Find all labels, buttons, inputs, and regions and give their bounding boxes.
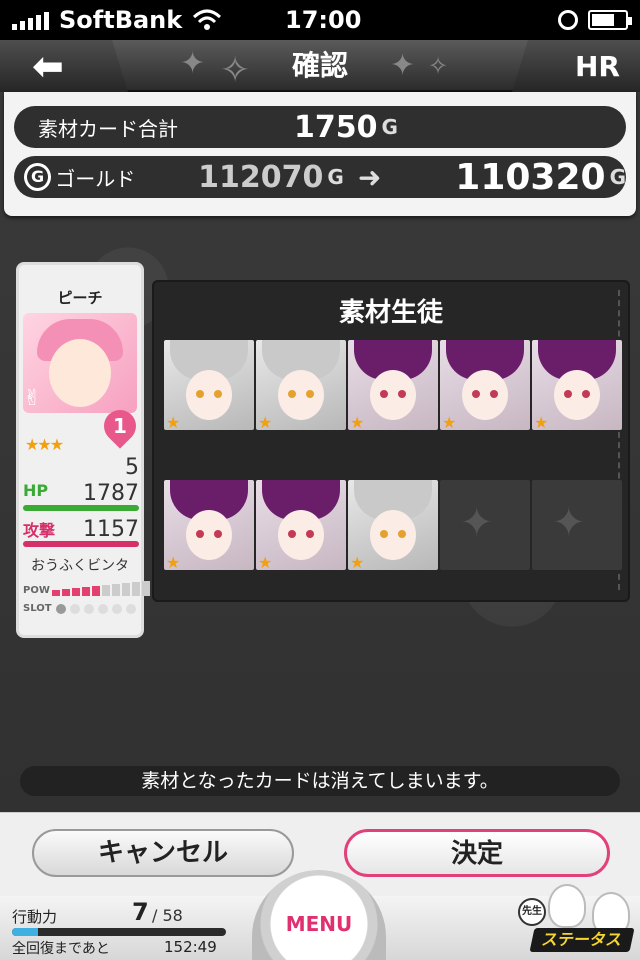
sparkle-icon: ✧ [428,52,449,80]
clock-time: 17:00 [285,6,362,34]
gold-unit: G [327,165,344,189]
slot-label: SLOT [23,603,52,614]
sensei-badge: 先生 [518,898,546,926]
material-card[interactable]: ★ [164,480,254,570]
rarity-star-icon: ★ [166,553,181,570]
back-arrow-icon: ⬅ [32,44,64,88]
hp-value: 1787 [83,481,139,506]
rarity-star-icon: ★ [534,413,549,430]
hp-label: HP [23,481,49,500]
rarity-stars: ★★★ [25,435,64,454]
material-card[interactable]: ★ [256,480,346,570]
material-card[interactable]: ★ [256,340,346,430]
action-points-current: 7 [132,898,149,926]
arrow-right-icon: ➜ [357,160,382,194]
hr-button[interactable]: HR [512,40,640,92]
recover-label: 全回復まであと [12,941,110,957]
material-total-label: 素材カード合計 [38,116,178,141]
pow-label: POW [23,585,50,596]
back-button[interactable]: ⬅ [0,40,128,92]
status-label: ステータス [529,928,635,952]
confirm-button[interactable]: 決定 [344,829,610,877]
rarity-star-icon: ★ [258,553,273,570]
cost-summary-panel: 素材カード合計 1750 G G ゴールド 112070 G ➜ 110320 … [4,92,636,216]
material-total-value: 1750 [294,109,378,145]
material-total-row: 素材カード合計 1750 G [14,106,626,148]
peace-sign-icon: ✌ [23,386,42,411]
gold-before-value: 112070 [198,159,324,195]
battery-icon [588,10,632,30]
material-card[interactable]: ★ [348,480,438,570]
rarity-star-icon: ★ [442,413,457,430]
sparkle-icon: ✦ [460,500,494,546]
material-card[interactable]: ★ [532,340,622,430]
sparkle-icon: ✦ [390,48,416,83]
status-bar: SoftBank 17:00 [0,0,640,40]
gold-unit: G [381,115,398,139]
gold-unit: G [609,165,626,189]
skill-name: おうふくビンタ [31,558,129,574]
rarity-star-icon: ★ [350,553,365,570]
action-points-max: / 58 [152,906,183,925]
empty-material-slot[interactable]: ✦ [440,480,530,570]
signal-icon [12,10,49,30]
carrier-label: SoftBank [59,6,183,34]
rarity-star-icon: ★ [258,413,273,430]
footer-bar: 行動力 7 / 58 全回復まであと 152:49 MENU 先生 ステータス [0,870,640,960]
header-bar: ⬅ ✦ ✧ 確認 ✦ ✧ HR [0,40,640,92]
wifi-icon [193,9,222,30]
gold-label: ゴールド [55,166,136,191]
recover-time: 152:49 [164,938,217,956]
attack-label: 攻撃 [23,521,56,540]
materials-title: 素材生徒 [338,298,443,328]
rarity-star-icon: ★ [350,413,365,430]
material-card[interactable]: ★ [164,340,254,430]
cancel-button[interactable]: キャンセル [32,829,294,877]
rarity-star-icon: ★ [166,413,181,430]
base-character-card[interactable]: ピーチ ✌ ★★★ 5 HP 1787 攻撃 1157 おうふくビンタ POW … [16,262,150,638]
sparkle-icon: ✦ [552,500,586,546]
gold-row: G ゴールド 112070 G ➜ 110320 G [14,156,626,198]
character-level: 5 [125,455,139,480]
alarm-clock-icon [558,10,578,30]
bunny-mascot-icon [548,884,586,928]
slot-indicator: SLOT [23,603,136,614]
material-card[interactable]: ★ [440,340,530,430]
gold-coin-icon: G [24,163,52,191]
affection-value: 1 [113,414,127,439]
hp-bar [23,505,139,511]
empty-material-slot[interactable]: ✦ [532,480,622,570]
material-card[interactable]: ★ [348,340,438,430]
action-points-label: 行動力 [12,908,58,926]
pow-gauge: POW [23,581,150,596]
character-name: ピーチ [57,289,103,307]
warning-notice: 素材となったカードは消えてしまいます。 [20,766,620,796]
material-students-panel: 素材生徒 ★ ★ ★ ★ ★ ★ ★ ★ ✦ ✦ [152,280,630,602]
page-title: 確認 [291,49,348,82]
status-button[interactable]: 先生 ステータス [518,884,638,960]
attack-value: 1157 [83,517,139,542]
character-portrait: ✌ [23,313,137,413]
attack-bar [23,541,139,547]
action-points-bar [12,928,226,936]
gold-after-value: 110320 [455,156,606,198]
